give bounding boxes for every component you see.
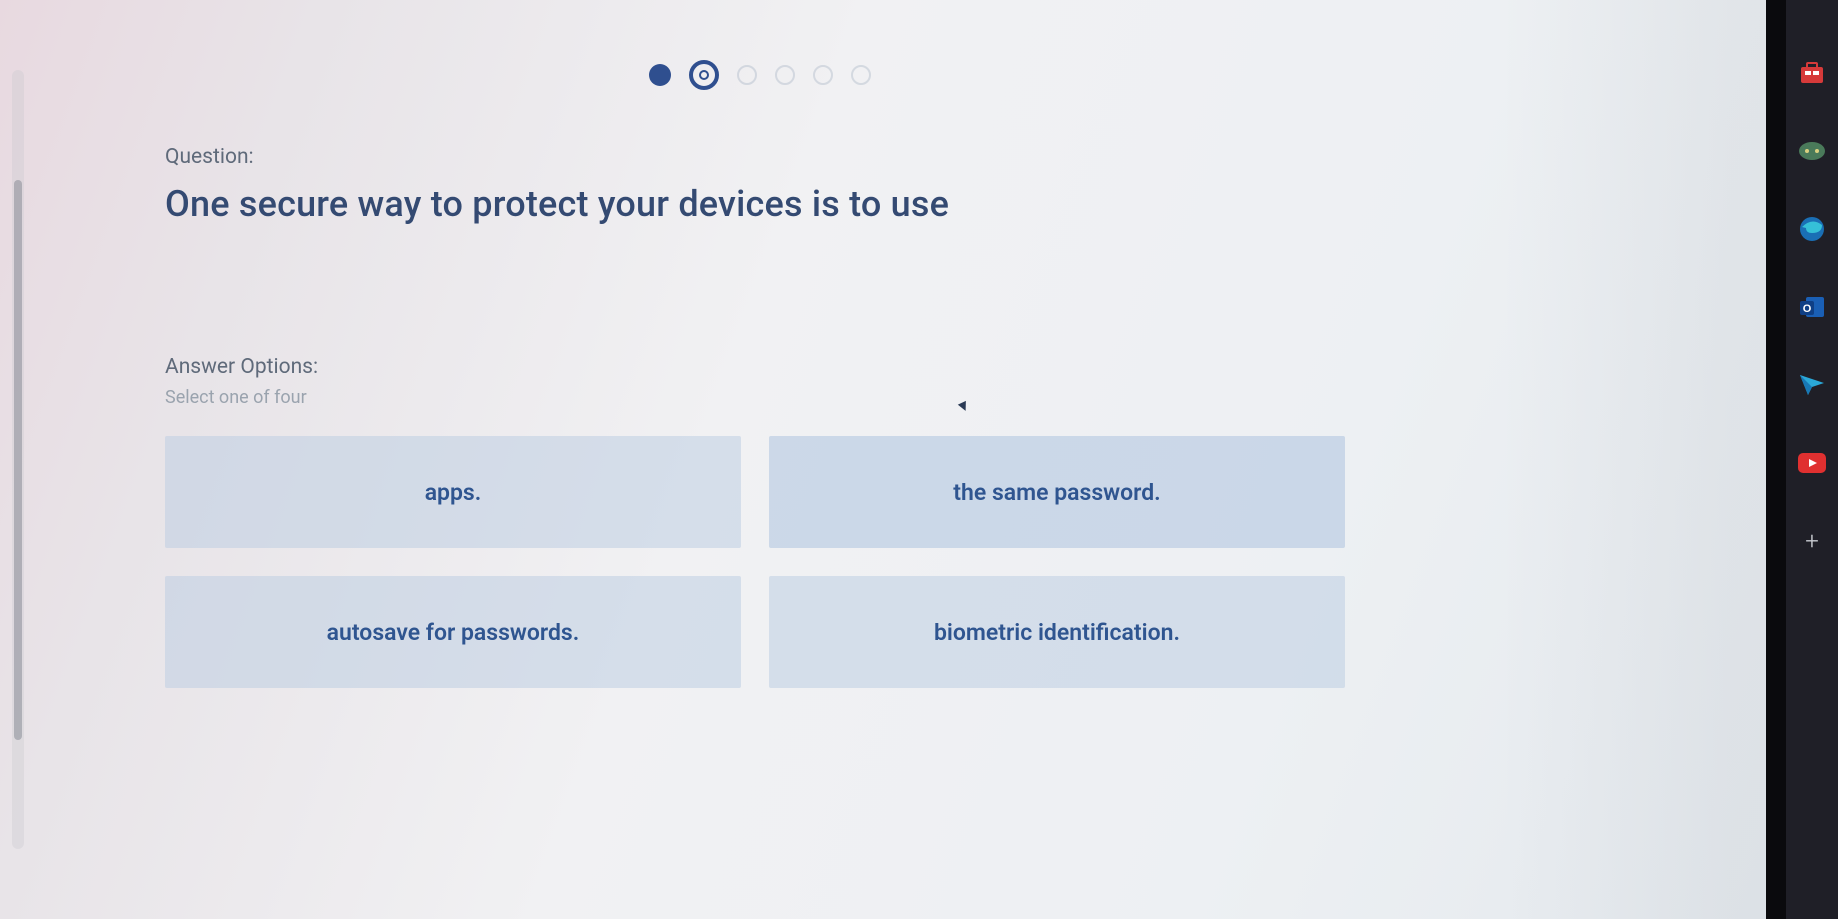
answer-options-hint: Select one of four [165, 387, 1355, 408]
quiz-content: Question: One secure way to protect your… [165, 60, 1355, 688]
answer-option-label: the same password. [953, 479, 1160, 506]
answer-option-1[interactable]: apps. [165, 436, 741, 548]
monitor-bezel [1766, 0, 1786, 919]
game-icon[interactable] [1797, 136, 1827, 166]
progress-pager [165, 60, 1355, 90]
answer-option-4[interactable]: biometric identification. [769, 576, 1345, 688]
pager-step-completed[interactable] [649, 64, 671, 86]
screen-right-margin [1498, 0, 1786, 919]
pager-step-upcoming[interactable] [851, 65, 871, 85]
pager-step-upcoming[interactable] [813, 65, 833, 85]
question-label: Question: [165, 145, 1355, 169]
store-icon[interactable] [1797, 58, 1827, 88]
pager-step-current[interactable] [689, 60, 719, 90]
add-icon[interactable]: + [1797, 526, 1827, 556]
send-icon[interactable] [1797, 370, 1827, 400]
answer-options-grid: apps. ▾ the same password. autosave for … [165, 436, 1345, 688]
edge-icon[interactable] [1797, 214, 1827, 244]
scrollbar-thumb[interactable] [14, 180, 22, 740]
answer-options-label: Answer Options: [165, 355, 1355, 379]
pager-step-upcoming[interactable] [737, 65, 757, 85]
windows-taskbar: O + [1786, 0, 1838, 919]
answer-option-2[interactable]: ▾ the same password. [769, 436, 1345, 548]
answer-option-label: autosave for passwords. [327, 619, 580, 646]
pager-step-current-inner [699, 70, 709, 80]
outlook-icon[interactable]: O [1797, 292, 1827, 322]
svg-text:O: O [1803, 303, 1812, 315]
youtube-icon[interactable] [1797, 448, 1827, 478]
answer-option-label: biometric identification. [934, 619, 1180, 646]
answer-option-label: apps. [425, 479, 482, 506]
answer-option-3[interactable]: autosave for passwords. [165, 576, 741, 688]
pager-step-upcoming[interactable] [775, 65, 795, 85]
question-text: One secure way to protect your devices i… [165, 183, 1355, 225]
